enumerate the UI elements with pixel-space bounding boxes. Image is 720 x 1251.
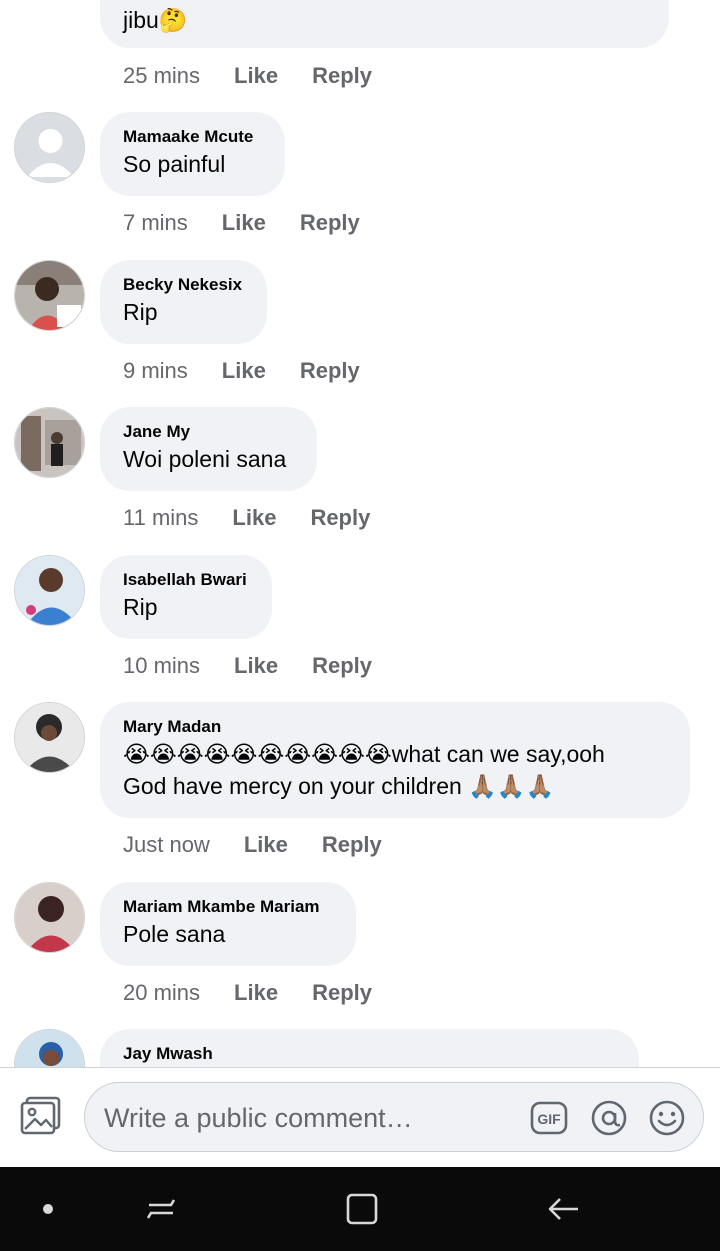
comment-text: Rip — [123, 299, 158, 325]
comment-meta: 11 mins Like Reply — [123, 504, 370, 532]
avatar[interactable] — [14, 112, 85, 183]
comment-author[interactable]: Mamaake Mcute — [123, 126, 262, 148]
comment-time: 20 mins — [123, 980, 201, 1005]
comment-time: 11 mins — [123, 505, 199, 530]
comment-text-line: 😭😭😭😭😭😭😭😭😭😭what can we say,ooh — [123, 741, 605, 767]
comment-bubble[interactable]: Mamaake Mcute So painful — [100, 112, 285, 196]
reply-button[interactable]: Reply — [312, 652, 372, 680]
comment-author[interactable]: Mariam Mkambe Mariam — [123, 896, 333, 918]
like-button[interactable]: Like — [232, 504, 276, 532]
comment-bubble[interactable]: jibu🤔 — [100, 0, 669, 48]
like-button[interactable]: Like — [234, 979, 278, 1007]
comment-text: Pole sana — [123, 921, 226, 947]
like-button[interactable]: Like — [234, 62, 278, 90]
profile-photo-icon — [15, 556, 84, 625]
avatar[interactable] — [14, 1029, 85, 1067]
emoji-icon[interactable] — [648, 1099, 686, 1137]
profile-photo-icon — [15, 1030, 84, 1067]
avatar[interactable] — [14, 407, 85, 478]
profile-photo-icon — [15, 703, 84, 772]
comment-author[interactable]: Jane My — [123, 421, 294, 443]
reply-button[interactable]: Reply — [312, 62, 372, 90]
home-icon[interactable] — [342, 1189, 382, 1229]
comment-time: 9 mins — [123, 358, 188, 383]
like-button[interactable]: Like — [222, 209, 266, 237]
avatar[interactable] — [14, 702, 85, 773]
comment-bubble[interactable]: Mariam Mkambe Mariam Pole sana — [100, 882, 356, 966]
comment-time: 7 mins — [123, 210, 188, 235]
gif-icon[interactable]: GIF — [530, 1099, 568, 1137]
comment-meta: 9 mins Like Reply — [123, 357, 360, 385]
default-user-icon — [15, 113, 84, 182]
comment-meta: 20 mins Like Reply — [123, 979, 372, 1007]
comment-feed[interactable]: jibu🤔 25 mins Like Reply Mamaake Mcute S… — [0, 0, 720, 1067]
reply-button[interactable]: Reply — [300, 209, 360, 237]
like-button[interactable]: Like — [222, 357, 266, 385]
comment-bubble[interactable]: Mary Madan 😭😭😭😭😭😭😭😭😭😭what can we say,ooh… — [100, 702, 690, 818]
like-button[interactable]: Like — [234, 652, 278, 680]
comment-text: Woi poleni sana — [123, 446, 287, 472]
comment-bubble[interactable]: Becky Nekesix Rip — [100, 260, 267, 344]
avatar[interactable] — [14, 260, 85, 331]
android-navbar — [0, 1167, 720, 1251]
comment-text: jibu🤔 — [123, 7, 188, 33]
back-icon[interactable] — [544, 1189, 584, 1229]
comment-time: 10 mins — [123, 653, 201, 678]
comment-author[interactable]: Mary Madan — [123, 716, 667, 738]
mention-icon[interactable] — [590, 1099, 628, 1137]
reply-button[interactable]: Reply — [300, 357, 360, 385]
comment-author[interactable]: Jay Mwash — [123, 1043, 616, 1065]
comment-placeholder: Write a public comment… — [104, 1103, 413, 1133]
reply-button[interactable]: Reply — [310, 504, 370, 532]
comment-time: 25 mins — [123, 63, 201, 88]
comment-meta: 10 mins Like Reply — [123, 652, 372, 680]
comment-bubble[interactable]: Jay Mwash — [100, 1029, 639, 1067]
comment-time: Just now — [123, 832, 210, 857]
photo-icon[interactable] — [20, 1096, 62, 1136]
profile-photo-icon — [15, 408, 84, 477]
comment-meta: 25 mins Like Reply — [123, 62, 372, 90]
comment-text-line: God have mercy on your children 🙏🏽🙏🏽🙏🏽 — [123, 773, 555, 799]
comment-meta: 7 mins Like Reply — [123, 209, 360, 237]
like-button[interactable]: Like — [244, 831, 288, 859]
comment-text: So painful — [123, 151, 226, 177]
profile-photo-icon — [15, 261, 84, 330]
comment-meta: Just now Like Reply — [123, 831, 382, 859]
reply-button[interactable]: Reply — [312, 979, 372, 1007]
avatar[interactable] — [14, 555, 85, 626]
gif-label: GIF — [537, 1111, 561, 1127]
dot-icon[interactable] — [28, 1189, 68, 1229]
comment-text: Rip — [123, 594, 158, 620]
comment-composer: Write a public comment… GIF — [0, 1068, 720, 1166]
reply-button[interactable]: Reply — [322, 831, 382, 859]
avatar[interactable] — [14, 882, 85, 953]
recent-apps-icon[interactable] — [141, 1189, 181, 1229]
comment-input[interactable]: Write a public comment… GIF — [84, 1082, 704, 1152]
comment-author[interactable]: Becky Nekesix — [123, 274, 244, 296]
comment-bubble[interactable]: Jane My Woi poleni sana — [100, 407, 317, 491]
comment-bubble[interactable]: Isabellah Bwari Rip — [100, 555, 272, 639]
profile-photo-icon — [15, 883, 84, 952]
comment-author[interactable]: Isabellah Bwari — [123, 569, 249, 591]
